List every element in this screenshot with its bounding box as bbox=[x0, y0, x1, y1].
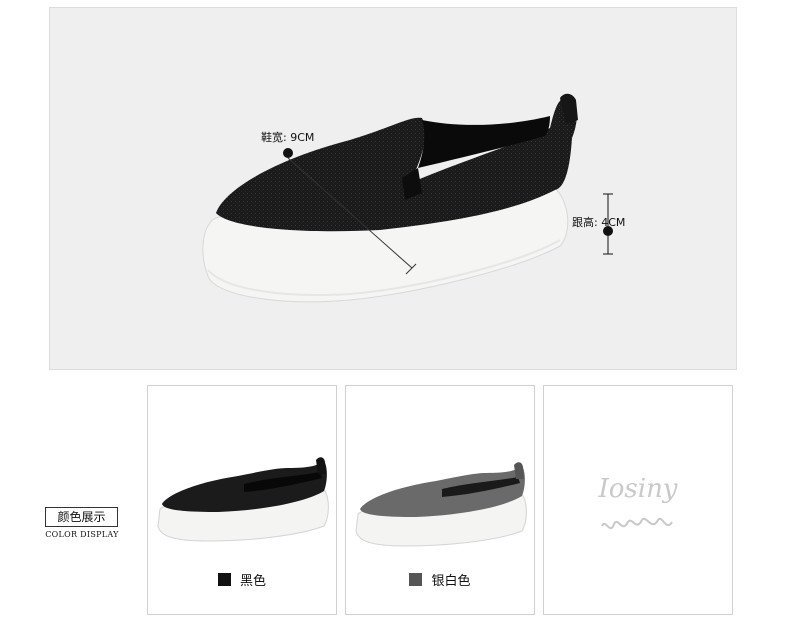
heel-height-label: 跟高: 4CM bbox=[572, 216, 626, 229]
width-dot bbox=[283, 148, 293, 158]
shoe-width-label: 鞋宽: 9CM bbox=[261, 131, 315, 144]
color-label-black: 黑色 bbox=[239, 574, 266, 589]
hero-product-image: 鞋宽: 9CM 跟高: 4CM bbox=[49, 7, 737, 370]
color-label-silver: 银白色 bbox=[431, 574, 471, 589]
color-card-black[interactable]: 黑色 bbox=[147, 385, 337, 615]
section-title: 颜色展示 bbox=[45, 507, 118, 527]
color-option-black: 黑色 bbox=[148, 570, 336, 589]
brand-signature-image bbox=[601, 517, 673, 530]
color-swatch-silver bbox=[409, 573, 423, 586]
brand-logo-card: Iosiny bbox=[543, 385, 733, 615]
color-swatch-black bbox=[217, 573, 231, 586]
section-subtitle: COLOR DISPLAY bbox=[45, 530, 119, 539]
color-option-silver: 银白色 bbox=[346, 570, 534, 589]
color-card-silver[interactable]: 银白色 bbox=[345, 385, 535, 615]
shoe-illustration-large bbox=[202, 93, 613, 303]
